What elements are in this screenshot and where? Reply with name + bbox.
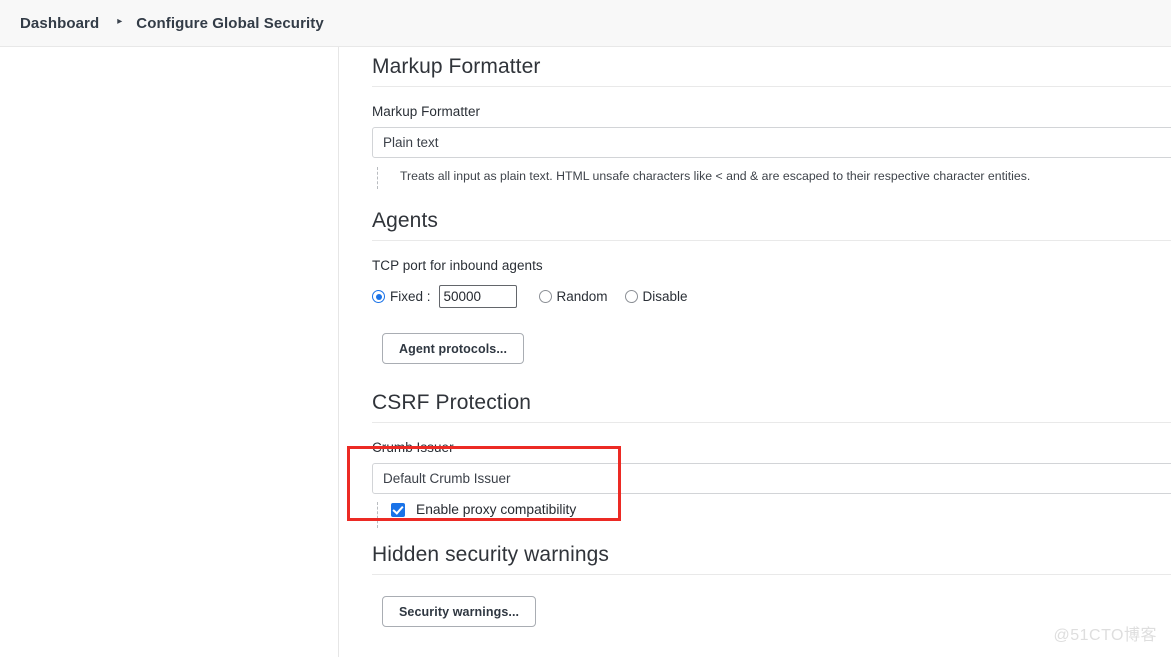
radio-label-fixed[interactable]: Fixed : bbox=[390, 289, 431, 304]
crumb-issuer-select[interactable]: Default Crumb Issuer bbox=[372, 463, 1171, 494]
section-heading-agents: Agents bbox=[372, 209, 1171, 241]
label-markup-formatter: Markup Formatter bbox=[372, 104, 481, 119]
markup-formatter-select[interactable]: Plain text bbox=[372, 127, 1171, 158]
tcp-port-radio-group: Fixed : Random Disable bbox=[372, 285, 1171, 308]
form-guide-line bbox=[377, 502, 378, 528]
breadcrumb-item-configure-global-security[interactable]: Configure Global Security bbox=[136, 15, 324, 32]
agent-protocols-button[interactable]: Agent protocols... bbox=[382, 333, 525, 364]
radio-label-random[interactable]: Random bbox=[557, 289, 608, 304]
radio-fixed[interactable] bbox=[372, 290, 385, 303]
security-warnings-button[interactable]: Security warnings... bbox=[382, 596, 537, 627]
checkbox-enable-proxy-compatibility[interactable] bbox=[391, 502, 405, 517]
crumb-issuer-selected-value: Default Crumb Issuer bbox=[383, 471, 511, 486]
breadcrumb-item-dashboard[interactable]: Dashboard bbox=[20, 15, 99, 32]
markup-formatter-help-text: Treats all input as plain text. HTML uns… bbox=[400, 169, 1031, 183]
tcp-port-input[interactable] bbox=[438, 285, 517, 308]
page-root: Dashboard ▸ Configure Global Security Ma… bbox=[0, 0, 1171, 657]
proxy-compatibility-row: Enable proxy compatibility bbox=[372, 502, 1171, 528]
label-tcp-port-inbound-agents: TCP port for inbound agents bbox=[372, 258, 543, 273]
section-heading-hidden-security-warnings: Hidden security warnings bbox=[372, 543, 1171, 575]
radio-disable[interactable] bbox=[624, 290, 638, 303]
breadcrumb: Dashboard ▸ Configure Global Security bbox=[0, 0, 1171, 47]
watermark: @51CTO博客 bbox=[1053, 627, 1157, 644]
main-content: Markup Formatter Markup Formatter Plain … bbox=[340, 47, 1171, 657]
radio-label-disable[interactable]: Disable bbox=[643, 289, 688, 304]
form-guide-line bbox=[377, 167, 378, 189]
section-heading-markup-formatter: Markup Formatter bbox=[372, 55, 1171, 87]
sidebar bbox=[0, 47, 339, 657]
markup-formatter-help: Treats all input as plain text. HTML uns… bbox=[372, 167, 1171, 189]
section-heading-csrf-protection: CSRF Protection bbox=[372, 391, 1171, 423]
markup-formatter-selected-value: Plain text bbox=[383, 135, 439, 150]
label-enable-proxy-compatibility[interactable]: Enable proxy compatibility bbox=[416, 502, 576, 517]
proxy-compatibility-field[interactable]: Enable proxy compatibility bbox=[391, 502, 576, 517]
chevron-right-icon: ▸ bbox=[117, 16, 123, 27]
label-crumb-issuer: Crumb Issuer bbox=[372, 440, 454, 455]
radio-random[interactable] bbox=[538, 290, 552, 303]
